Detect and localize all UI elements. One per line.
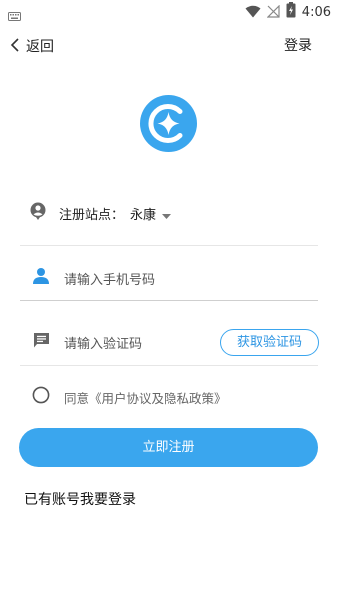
- message-icon: [33, 332, 50, 353]
- chevron-left-icon: [10, 37, 20, 56]
- divider: [20, 300, 318, 301]
- battery-charging-icon: [286, 2, 296, 22]
- have-account-link[interactable]: 已有账号我要登录: [24, 489, 136, 509]
- agreement-row[interactable]: 同意《用户协议及隐私政策》: [32, 386, 227, 408]
- login-button[interactable]: 登录: [284, 32, 312, 60]
- divider: [20, 245, 318, 246]
- person-icon: [32, 267, 50, 289]
- phone-input[interactable]: 请输入手机号码: [64, 269, 155, 288]
- keyboard-icon: [8, 6, 21, 25]
- divider: [20, 365, 318, 366]
- code-input[interactable]: 请输入验证码: [64, 333, 142, 352]
- back-label: 返回: [26, 39, 54, 55]
- dropdown-arrow-icon[interactable]: [162, 204, 172, 223]
- get-code-button[interactable]: 获取验证码: [220, 329, 319, 356]
- no-signal-icon: [266, 3, 280, 22]
- agree-radio[interactable]: [32, 386, 50, 408]
- register-button[interactable]: 立即注册: [19, 428, 318, 467]
- status-bar: 4:06: [0, 0, 337, 24]
- back-button[interactable]: 返回: [10, 32, 54, 60]
- wifi-icon: [245, 3, 261, 22]
- agreement-text[interactable]: 同意《用户协议及隐私政策》: [64, 388, 227, 407]
- station-row[interactable]: 注册站点： 永康: [20, 202, 318, 224]
- location-pin-icon: [30, 202, 46, 224]
- station-label: 注册站点：: [59, 207, 125, 223]
- status-time: 4:06: [301, 4, 331, 20]
- phone-row[interactable]: 请输入手机号码: [20, 267, 318, 289]
- station-value[interactable]: 永康: [130, 204, 156, 223]
- header: 返回 登录: [0, 32, 337, 60]
- app-logo-icon: [140, 95, 197, 152]
